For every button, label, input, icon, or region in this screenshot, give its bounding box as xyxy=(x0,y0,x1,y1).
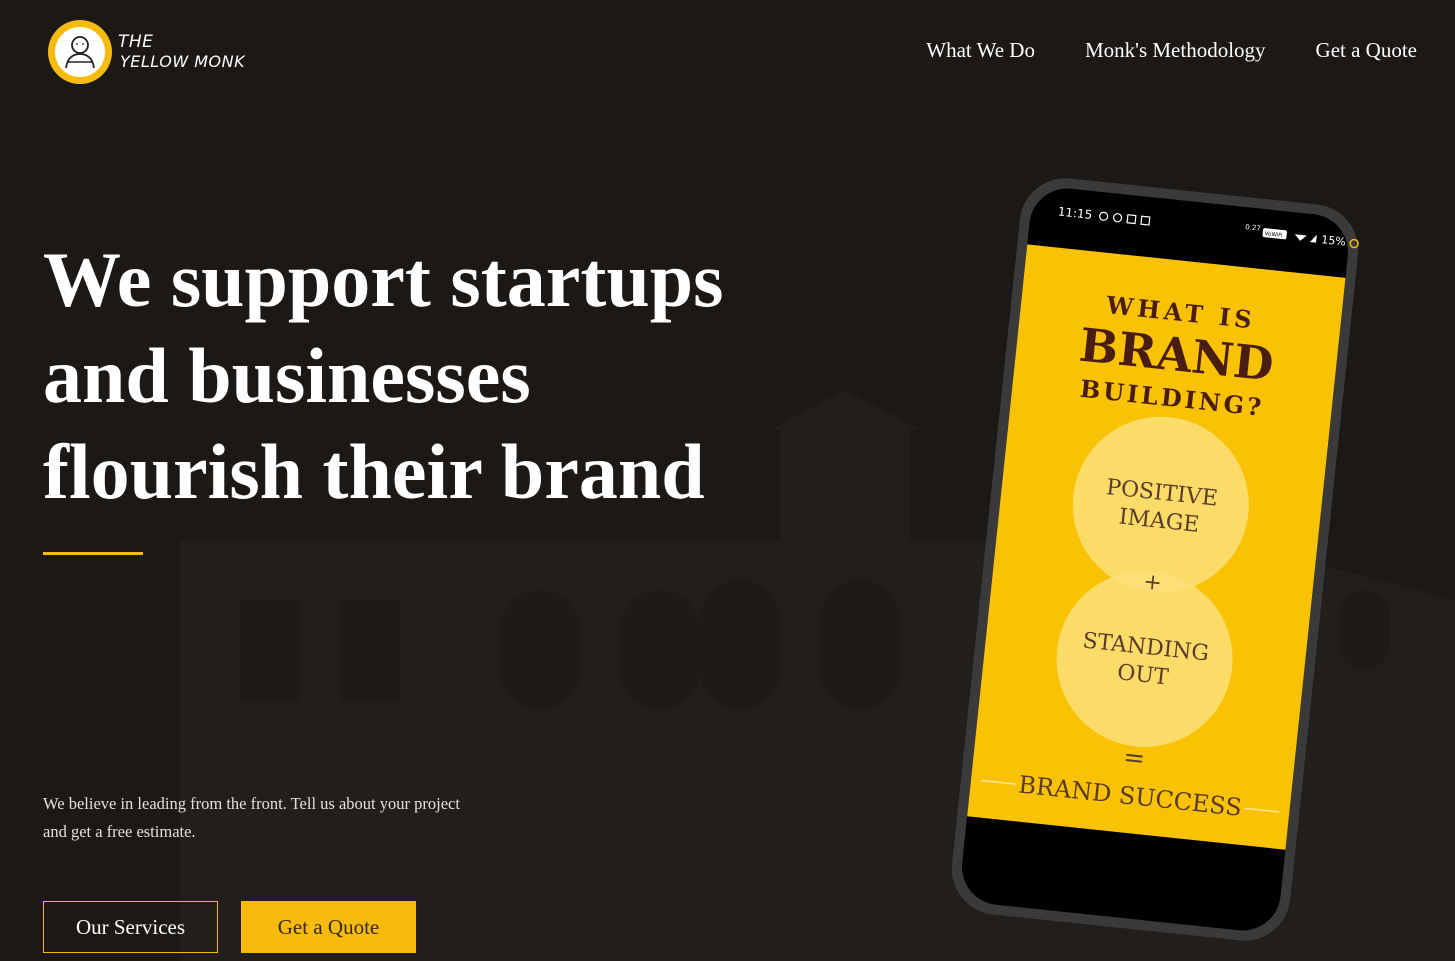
status-data-speed: 0.27 xyxy=(1245,223,1261,233)
hero-title-line-3: flourish their brand xyxy=(43,428,705,515)
hero-divider xyxy=(43,552,143,555)
hero-title-line-2: and businesses xyxy=(43,332,531,419)
logo-badge xyxy=(48,20,112,84)
get-a-quote-button[interactable]: Get a Quote xyxy=(241,901,416,953)
nav-get-a-quote[interactable]: Get a Quote xyxy=(1316,38,1417,63)
phone-mockup: 11:15 0.27 VoWiFi 15% WHAT IS BRAND BUIL… xyxy=(930,170,1390,950)
site-header: THE YELLOW MONK What We Do Monk's Method… xyxy=(0,0,1455,110)
nav-monks-methodology[interactable]: Monk's Methodology xyxy=(1085,38,1266,63)
status-battery: 15% xyxy=(1321,233,1347,248)
hero-title-line-1: We support startups xyxy=(43,236,724,323)
hero-title: We support startups and businesses flour… xyxy=(43,232,843,520)
monk-icon xyxy=(55,27,105,77)
hero-description: We believe in leading from the front. Te… xyxy=(43,794,460,841)
nav-what-we-do[interactable]: What We Do xyxy=(926,38,1035,63)
screen-plus: + xyxy=(1142,569,1163,596)
logo-line-1: THE xyxy=(118,32,154,52)
logo-wordmark: THE YELLOW MONK xyxy=(118,32,245,72)
logo-line-2: YELLOW MONK xyxy=(120,52,246,71)
logo-link[interactable]: THE YELLOW MONK xyxy=(48,20,245,84)
our-services-button[interactable]: Our Services xyxy=(43,901,218,953)
main-nav: What We Do Monk's Methodology Get a Quot… xyxy=(926,38,1417,63)
screen-equals: = xyxy=(1122,742,1147,774)
